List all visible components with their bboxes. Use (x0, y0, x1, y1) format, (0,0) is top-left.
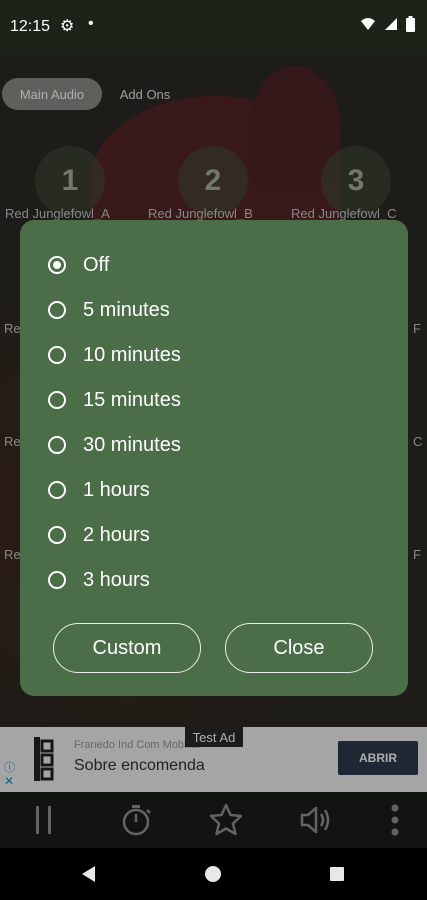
radio-button[interactable] (48, 571, 66, 589)
timer-option-label: Off (83, 253, 110, 276)
custom-button[interactable]: Custom (53, 623, 201, 673)
status-time: 12:15 (10, 18, 51, 35)
battery-icon (406, 16, 415, 32)
timer-option-off[interactable]: Off (48, 250, 109, 280)
radio-button[interactable] (48, 301, 66, 319)
timer-option-5-minutes[interactable]: 5 minutes (48, 295, 170, 325)
timer-option-1-hours[interactable]: 1 hours (48, 475, 150, 505)
timer-option-2-hours[interactable]: 2 hours (48, 520, 150, 550)
timer-option-label: 15 minutes (83, 388, 181, 411)
navigation-bar (0, 848, 427, 900)
sleep-timer-dialog: Off 5 minutes 10 minutes 15 minutes 30 m… (20, 220, 408, 696)
radio-button[interactable] (48, 481, 66, 499)
timer-option-15-minutes[interactable]: 15 minutes (48, 385, 181, 415)
radio-button[interactable] (48, 436, 66, 454)
close-button[interactable]: Close (225, 623, 373, 673)
timer-option-label: 30 minutes (83, 433, 181, 456)
radio-button[interactable] (48, 346, 66, 364)
timer-option-10-minutes[interactable]: 10 minutes (48, 340, 181, 370)
timer-option-30-minutes[interactable]: 30 minutes (48, 430, 181, 460)
settings-gear-icon: ⚙ (60, 18, 75, 35)
notification-dot-icon: • (88, 15, 94, 32)
timer-option-label: 3 hours (83, 568, 150, 591)
signal-icon (385, 18, 397, 30)
status-icons (360, 16, 415, 32)
radio-button[interactable] (48, 256, 66, 274)
radio-button[interactable] (48, 391, 66, 409)
status-bar: 12:15 ⚙ • (0, 0, 427, 56)
wifi-icon (361, 18, 375, 30)
back-icon[interactable] (80, 865, 98, 883)
timer-option-label: 10 minutes (83, 343, 181, 366)
timer-option-label: 1 hours (83, 478, 150, 501)
timer-option-label: 5 minutes (83, 298, 170, 321)
timer-option-3-hours[interactable]: 3 hours (48, 565, 150, 595)
timer-option-label: 2 hours (83, 523, 150, 546)
home-icon[interactable] (204, 865, 222, 883)
radio-button[interactable] (48, 526, 66, 544)
recents-icon[interactable] (329, 866, 345, 882)
